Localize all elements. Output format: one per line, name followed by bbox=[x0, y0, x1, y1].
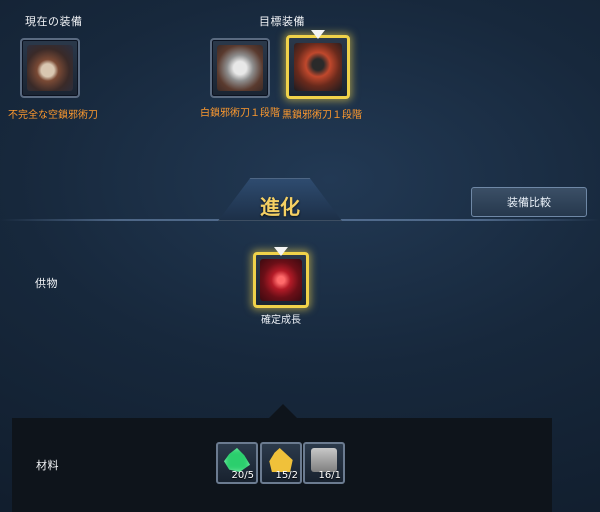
green-crystal-icon bbox=[224, 448, 250, 472]
material-slot-chest[interactable]: 16/1 bbox=[303, 442, 345, 484]
current-equipment-label: 現在の装備 bbox=[25, 15, 83, 28]
target-item-name-white: 白鎖邪術刀１段階 bbox=[200, 108, 280, 119]
material-count: 20/5 bbox=[231, 470, 254, 481]
target-item-slot-black[interactable] bbox=[286, 30, 350, 99]
selection-marker-icon bbox=[274, 247, 288, 256]
evolution-screen: 現在の装備 目標装備 不完全な空鎖邪術刀 白鎖邪術刀１段階 黒鎖邪術刀１段階 進… bbox=[0, 0, 600, 512]
material-slot-green[interactable]: 20/5 bbox=[216, 442, 258, 484]
growth-crystal-icon bbox=[260, 259, 302, 301]
material-slot-gold[interactable]: 15/2 bbox=[260, 442, 302, 484]
chest-icon bbox=[311, 448, 337, 472]
current-item-slot[interactable] bbox=[20, 38, 80, 98]
sword-icon bbox=[27, 45, 73, 91]
gold-crystal-icon bbox=[269, 448, 293, 472]
white-blade-icon bbox=[217, 45, 263, 91]
compare-equipment-button-label: 装備比較 bbox=[507, 196, 551, 209]
black-blade-icon bbox=[294, 43, 342, 91]
compare-equipment-button[interactable]: 装備比較 bbox=[471, 187, 587, 217]
evolve-title: 進化 bbox=[260, 195, 300, 219]
target-item-name-black: 黒鎖邪術刀１段階 bbox=[282, 110, 362, 121]
offering-item-slot[interactable] bbox=[253, 247, 309, 308]
target-equipment-label: 目標装備 bbox=[259, 15, 305, 28]
selection-marker-icon bbox=[311, 30, 325, 39]
target-item-slot-white[interactable] bbox=[210, 38, 270, 98]
material-count: 15/2 bbox=[275, 470, 298, 481]
materials-notch bbox=[269, 404, 297, 418]
material-count: 16/1 bbox=[318, 470, 341, 481]
offering-item-name: 確定成長 bbox=[261, 315, 301, 326]
offering-label: 供物 bbox=[35, 277, 58, 290]
materials-label: 材料 bbox=[36, 459, 59, 472]
current-item-name: 不完全な空鎖邪術刀 bbox=[8, 110, 98, 121]
